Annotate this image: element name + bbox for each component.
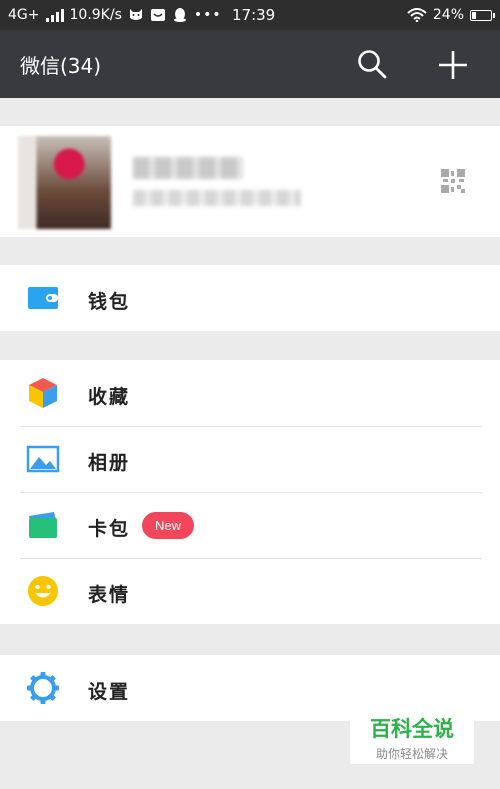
network-speed: 10.9K/s [69, 7, 122, 23]
menu-item-favorites[interactable]: 收藏 [0, 360, 500, 426]
features-section: 收藏 相册 卡包 New 表情 [0, 360, 500, 624]
network-type: 4G+ [8, 7, 40, 23]
menu-item-cards[interactable]: 卡包 New [0, 492, 500, 558]
menu-label-album: 相册 [88, 452, 131, 474]
plus-icon[interactable] [436, 48, 470, 82]
message-icon [150, 9, 165, 21]
signal-icon [45, 8, 64, 22]
page-title: 微信(34) [20, 54, 102, 78]
qq-icon [173, 8, 186, 22]
app-header: 微信(34) [0, 30, 500, 98]
smiley-icon [28, 576, 58, 606]
watermark-brand: 百科全说 [370, 717, 454, 741]
clock: 17:39 [232, 6, 276, 24]
album-image-icon [26, 445, 60, 473]
battery-level [472, 11, 476, 19]
wallet-section: 钱包 [0, 265, 500, 331]
avatar[interactable] [18, 136, 111, 229]
menu-label-cards: 卡包 [88, 518, 131, 540]
more-notifications: ••• [193, 7, 222, 23]
wallet-icon [28, 287, 58, 309]
menu-label-wallet: 钱包 [88, 291, 131, 313]
status-bar: 4G+ 10.9K/s ••• 17:39 24% [0, 0, 500, 30]
cat-icon [129, 9, 142, 20]
menu-label-favorites: 收藏 [88, 386, 131, 408]
battery-icon [470, 9, 495, 21]
menu-item-wallet[interactable]: 钱包 [0, 265, 500, 331]
profile-name-blurred [133, 157, 243, 179]
battery-percent: 24% [432, 7, 464, 23]
profile-id-blurred [133, 190, 301, 206]
card-pack-icon [29, 512, 57, 538]
favorites-cube-icon [29, 378, 57, 408]
watermark-logo: 百科全说 助你轻松解决 [350, 708, 474, 764]
new-badge: New [142, 512, 195, 539]
menu-label-settings: 设置 [88, 681, 131, 703]
gear-icon [27, 672, 59, 704]
menu-label-stickers: 表情 [88, 584, 131, 606]
qr-code-icon[interactable] [440, 168, 466, 194]
menu-item-stickers[interactable]: 表情 [0, 558, 500, 624]
profile-card[interactable] [0, 126, 500, 237]
search-icon[interactable] [356, 48, 388, 80]
wifi-icon [407, 8, 427, 22]
watermark-tagline: 助你轻松解决 [375, 747, 448, 761]
menu-item-album[interactable]: 相册 [0, 426, 500, 492]
